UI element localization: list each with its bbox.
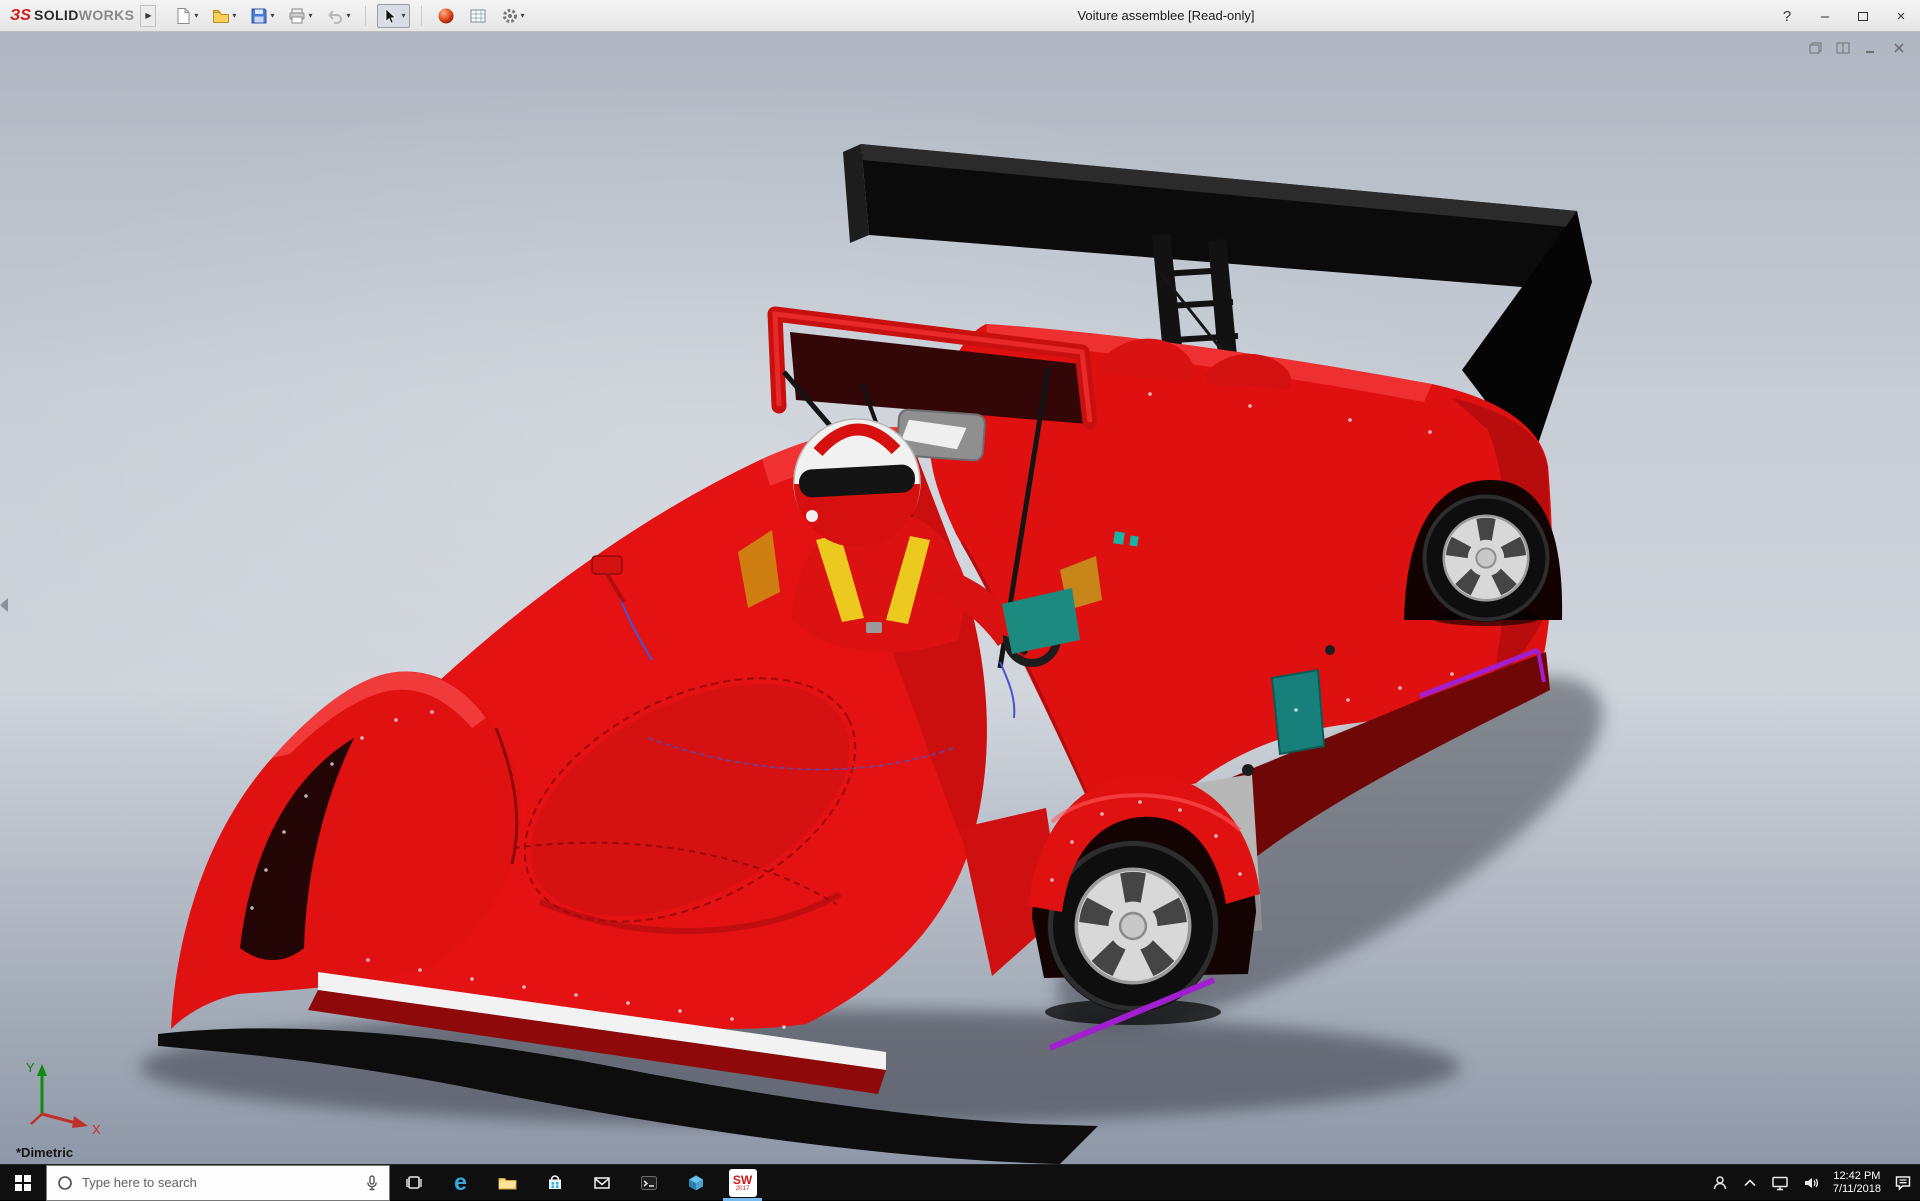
- search-placeholder-text: Type here to search: [82, 1175, 356, 1190]
- print-button[interactable]: ▾: [284, 4, 316, 28]
- clock-time: 12:42 PM: [1833, 1170, 1881, 1183]
- minimize-button[interactable]: –: [1806, 0, 1844, 32]
- toolbar-separator: [421, 6, 422, 26]
- open-button[interactable]: ▾: [208, 4, 240, 28]
- clock-date: 7/11/2018: [1833, 1183, 1881, 1196]
- toolbar-flyout-arrow[interactable]: ▶: [140, 5, 156, 27]
- speaker-icon: [1802, 1175, 1820, 1191]
- help-button[interactable]: ?: [1768, 0, 1806, 32]
- windows-taskbar: Type here to search e SW 2017: [0, 1164, 1920, 1200]
- microphone-icon[interactable]: [365, 1175, 379, 1191]
- toolbar-separator: [365, 6, 366, 26]
- document-window-controls: [1806, 40, 1908, 56]
- file-explorer-icon: [498, 1174, 517, 1191]
- people-button[interactable]: [1711, 1174, 1729, 1191]
- design-table-icon: [469, 7, 487, 25]
- view-orientation-label: *Dimetric: [16, 1145, 73, 1160]
- action-center-button[interactable]: [1894, 1174, 1912, 1191]
- new-document-icon: [174, 7, 192, 25]
- rear-right-wheel[interactable]: [1422, 494, 1550, 622]
- network-button[interactable]: [1771, 1174, 1789, 1191]
- cube-icon: [687, 1174, 705, 1192]
- open-folder-icon: [212, 7, 230, 25]
- people-icon: [1711, 1174, 1729, 1191]
- window-controls: ? – ×: [1768, 0, 1920, 32]
- network-icon: [1771, 1174, 1789, 1191]
- design-table-button[interactable]: [465, 4, 491, 28]
- teal-side-duct: [1272, 670, 1324, 754]
- select-tool-button[interactable]: ▾: [377, 4, 409, 28]
- task-view-button[interactable]: [390, 1165, 437, 1201]
- dropdown-caret-icon[interactable]: ▾: [346, 11, 350, 20]
- taskbar-store-button[interactable]: [531, 1165, 578, 1201]
- doc-tile-button[interactable]: [1834, 40, 1852, 56]
- select-arrow-icon: [381, 7, 399, 25]
- store-icon: [546, 1174, 564, 1191]
- edit-appearance-button[interactable]: [433, 4, 459, 28]
- panel-collapse-arrow[interactable]: [0, 598, 8, 612]
- doc-cascade-button[interactable]: [1806, 40, 1824, 56]
- options-button[interactable]: ▾: [497, 4, 529, 28]
- dropdown-caret-icon[interactable]: ▾: [308, 11, 312, 20]
- graphics-area[interactable]: Y X *Dimetric: [0, 32, 1920, 1164]
- edge-icon: e: [454, 1169, 467, 1196]
- taskbar-mail-button[interactable]: [578, 1165, 625, 1201]
- close-icon: [1890, 40, 1908, 56]
- dropdown-caret-icon[interactable]: ▾: [270, 11, 274, 20]
- taskbar-file-explorer-button[interactable]: [484, 1165, 531, 1201]
- doc-close-button[interactable]: [1890, 40, 1908, 56]
- taskbar-clock[interactable]: 12:42 PM 7/11/2018: [1833, 1170, 1881, 1196]
- brand-solid-text: SOLID: [34, 7, 79, 23]
- restore-button[interactable]: [1844, 0, 1882, 32]
- doc-minimize-button[interactable]: [1862, 40, 1880, 56]
- brand-works-text: WORKS: [79, 7, 135, 23]
- system-tray: 12:42 PM 7/11/2018: [1711, 1170, 1920, 1196]
- taskbar-terminal-button[interactable]: [625, 1165, 672, 1201]
- und o-arrow-icon: [326, 7, 344, 25]
- dropdown-caret-icon[interactable]: ▾: [521, 11, 525, 20]
- dropdown-caret-icon[interactable]: ▾: [194, 11, 198, 20]
- tile-icon: [1834, 40, 1852, 56]
- restore-icon: [1858, 12, 1868, 21]
- titlebar: ЗS SOLID WORKS ▶ ▾ ▾ ▾ ▾ ▾ ▾: [0, 0, 1920, 32]
- flyout-arrow-icon: ▶: [145, 11, 151, 20]
- action-center-icon: [1894, 1174, 1912, 1191]
- solidworks-logo: ЗS SOLID WORKS: [0, 7, 140, 25]
- 3d-viewport-canvas[interactable]: Y X: [0, 32, 1920, 1164]
- triad-y-label: Y: [26, 1060, 35, 1075]
- mail-icon: [593, 1174, 611, 1191]
- running-app-indicator: [723, 1198, 762, 1201]
- standard-toolbar: ▾ ▾ ▾ ▾ ▾ ▾: [170, 4, 528, 28]
- minimize-icon: [1862, 40, 1880, 56]
- show-hidden-icons-button[interactable]: [1742, 1176, 1758, 1190]
- triad-x-label: X: [92, 1122, 101, 1137]
- left-mirror: [592, 556, 622, 574]
- dropdown-caret-icon[interactable]: ▾: [401, 11, 405, 20]
- windows-logo-icon: [15, 1175, 31, 1191]
- ds-logo-icon: ЗS: [10, 7, 31, 25]
- solidworks-app-icon: SW 2017: [729, 1169, 757, 1197]
- print-icon: [288, 7, 306, 25]
- close-button[interactable]: ×: [1882, 0, 1920, 32]
- start-button[interactable]: [0, 1165, 46, 1201]
- task-view-icon: [405, 1174, 423, 1191]
- chevron-up-icon: [1742, 1176, 1758, 1190]
- terminal-icon: [640, 1174, 658, 1192]
- new-document-button[interactable]: ▾: [170, 4, 202, 28]
- cascade-icon: [1806, 40, 1824, 56]
- taskbar-edge-button[interactable]: e: [437, 1165, 484, 1201]
- undo-button[interactable]: ▾: [322, 4, 354, 28]
- appearance-sphere-icon: [437, 7, 455, 25]
- taskbar-search-box[interactable]: Type here to search: [46, 1165, 390, 1201]
- taskbar-cad-viewer-button[interactable]: [672, 1165, 719, 1201]
- cortana-icon: [57, 1175, 73, 1191]
- save-button[interactable]: ▾: [246, 4, 278, 28]
- taskbar-solidworks-button[interactable]: SW 2017: [719, 1165, 766, 1201]
- gear-icon: [501, 7, 519, 25]
- volume-button[interactable]: [1802, 1175, 1820, 1191]
- window-title: Voiture assemblee [Read-only]: [1077, 0, 1254, 32]
- save-floppy-icon: [250, 7, 268, 25]
- dropdown-caret-icon[interactable]: ▾: [232, 11, 236, 20]
